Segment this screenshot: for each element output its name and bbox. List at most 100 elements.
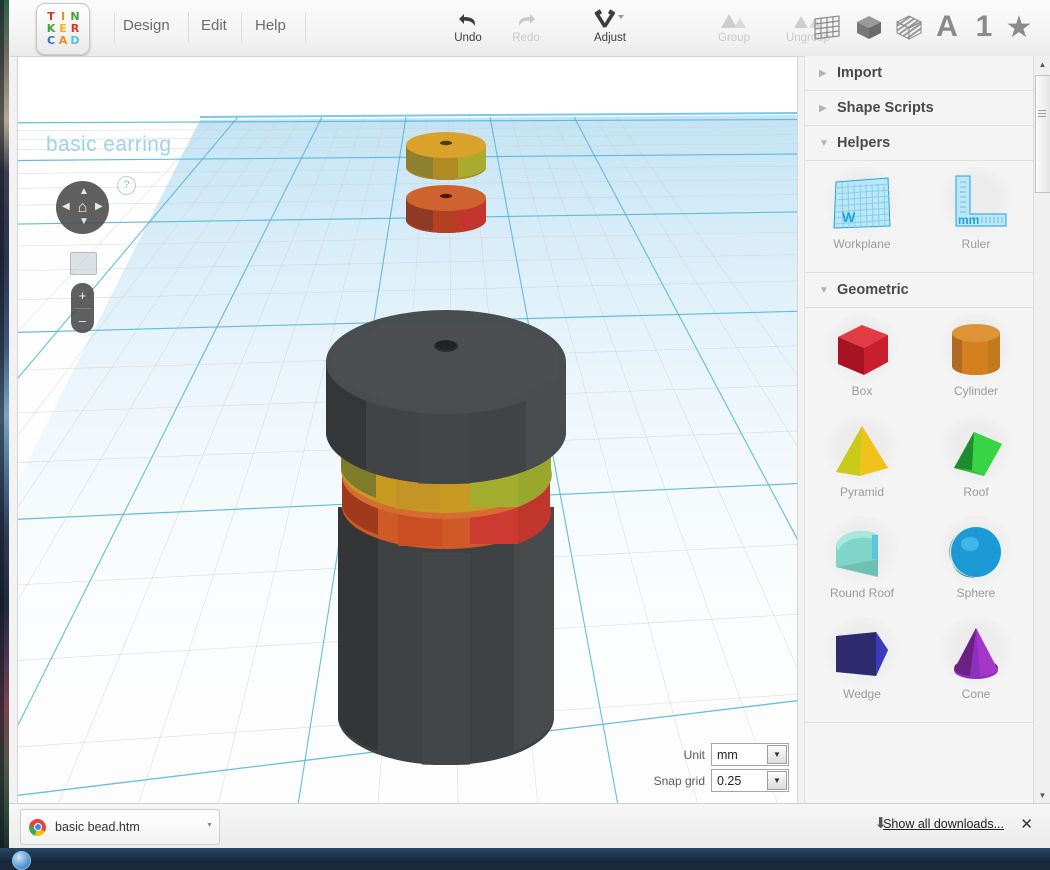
unit-value: mm <box>712 748 738 762</box>
shape-item-pyramid[interactable]: Pyramid <box>805 415 919 516</box>
chevron-down-icon: ▼ <box>819 138 837 149</box>
unit-label: Unit <box>684 748 705 762</box>
shape-item-box[interactable]: Box <box>805 314 919 415</box>
cylinder-shape-icon <box>938 314 1014 386</box>
download-bar: basic bead.htm ▼ ⬇ Show all downloads...… <box>9 803 1050 848</box>
section-header-shape-scripts[interactable]: ▶Shape Scripts <box>805 91 1034 126</box>
number-icon[interactable]: 1 <box>964 7 1004 47</box>
shape-label: Box <box>852 384 873 398</box>
chrome-file-icon <box>29 819 46 836</box>
scrollbar-grip-icon <box>1038 110 1046 117</box>
text-letter-icon[interactable]: A <box>927 7 967 47</box>
start-orb-icon[interactable] <box>12 851 31 870</box>
zoom-controls[interactable]: + – <box>71 283 94 333</box>
workplane-grid <box>18 57 797 805</box>
bead-model <box>326 310 566 765</box>
nav-up-arrow-icon[interactable]: ▲ <box>79 187 89 197</box>
shapes-panel-scrollbar[interactable]: ▲ ▼ <box>1033 56 1050 804</box>
view-navigation-wheel[interactable]: ▲ ▼ ◀ ▶ ⌂ <box>56 181 109 234</box>
nav-home-icon[interactable]: ⌂ <box>78 200 88 216</box>
logo-letter-grid: TINKERCAD <box>45 11 81 47</box>
chevron-right-icon: ▶ <box>819 103 837 114</box>
top-toolbar: TINKERCAD Design Edit Help Undo Redo <box>9 0 1050 57</box>
shape-label: Wedge <box>843 687 881 701</box>
menu-help[interactable]: Help <box>255 17 286 34</box>
shape-label: Pyramid <box>840 485 884 499</box>
fit-view-button[interactable] <box>70 252 97 275</box>
section-title: Helpers <box>837 135 890 151</box>
roundroof-shape-icon <box>824 516 900 588</box>
shape-item-wedge[interactable]: Wedge <box>805 617 919 718</box>
svg-text:mm: mm <box>958 213 979 227</box>
shape-label: Sphere <box>957 586 996 600</box>
hollow-cube-icon[interactable] <box>889 7 929 47</box>
adjust-tools-icon <box>573 4 647 32</box>
unit-controls: Unit mm ▼ Snap grid 0.25 ▼ <box>654 743 789 795</box>
zoom-out-button[interactable]: – <box>71 308 94 333</box>
shapes-panel[interactable]: ▶Import▶Shape Scripts▼HelpersWWorkplanem… <box>804 56 1034 804</box>
help-button[interactable]: ? <box>117 176 136 195</box>
redo-label: Redo <box>489 32 563 44</box>
tinkercad-app-window: TINKERCAD Design Edit Help Undo Redo <box>9 0 1050 863</box>
download-chevron-down-icon[interactable]: ▼ <box>206 822 213 829</box>
shape-grid-helpers: W Workplane mmRuler <box>805 161 1034 268</box>
unit-select-chevron-down-icon[interactable]: ▼ <box>767 745 787 764</box>
chevron-down-icon: ▼ <box>819 285 837 296</box>
download-item[interactable]: basic bead.htm ▼ <box>20 809 220 845</box>
shape-label: Roof <box>963 485 988 499</box>
scroll-down-arrow-icon[interactable]: ▼ <box>1034 787 1050 804</box>
window-left-edge <box>0 0 4 863</box>
nav-right-arrow-icon[interactable]: ▶ <box>95 202 103 212</box>
nav-down-arrow-icon[interactable]: ▼ <box>79 217 89 227</box>
shape-item-ruler[interactable]: mmRuler <box>919 167 1033 268</box>
logo-letter-a-7: A <box>57 35 69 47</box>
group-label: Group <box>697 32 771 44</box>
show-all-downloads-link[interactable]: Show all downloads... <box>883 817 1004 831</box>
snap-grid-select-chevron-down-icon[interactable]: ▼ <box>767 771 787 790</box>
nav-left-arrow-icon[interactable]: ◀ <box>62 202 70 212</box>
menu-edit[interactable]: Edit <box>201 17 227 34</box>
redo-arrow-icon <box>489 4 563 32</box>
svg-text:W: W <box>842 209 856 225</box>
scrollbar-thumb[interactable] <box>1035 75 1050 193</box>
redo-button[interactable]: Redo <box>489 4 563 52</box>
logo-letter-c-6: C <box>45 35 57 47</box>
snap-grid-row: Snap grid 0.25 ▼ <box>654 769 789 792</box>
section-header-geometric[interactable]: ▼Geometric <box>805 273 1034 308</box>
section-title: Geometric <box>837 282 909 298</box>
shape-label: Cone <box>962 687 991 701</box>
close-download-bar-button[interactable]: ✕ <box>1020 815 1033 833</box>
section-header-helpers[interactable]: ▼Helpers <box>805 126 1034 161</box>
menu-design[interactable]: Design <box>123 17 170 34</box>
shape-item-sphere[interactable]: Sphere <box>919 516 1033 617</box>
tinkercad-logo[interactable]: TINKERCAD <box>36 3 90 55</box>
unit-row: Unit mm ▼ <box>654 743 789 766</box>
group-button[interactable]: Group <box>697 4 771 52</box>
workplane-grid-icon[interactable] <box>807 7 847 47</box>
os-taskbar <box>0 848 1050 863</box>
shape-item-cone[interactable]: Cone <box>919 617 1033 718</box>
section-header-import[interactable]: ▶Import <box>805 56 1034 91</box>
adjust-button[interactable]: Adjust <box>573 4 647 52</box>
download-file-name: basic bead.htm <box>55 820 140 834</box>
zoom-in-button[interactable]: + <box>71 283 94 308</box>
snap-grid-select[interactable]: 0.25 ▼ <box>711 769 789 792</box>
logo-letter-d-8: D <box>69 35 81 47</box>
floating-red-cylinder <box>406 185 486 233</box>
section-title: Import <box>837 65 882 81</box>
shape-label: Workplane <box>833 237 890 251</box>
shape-item-roof[interactable]: Roof <box>919 415 1033 516</box>
star-icon[interactable]: ★ <box>999 7 1039 47</box>
shape-item-cylinder[interactable]: Cylinder <box>919 314 1033 415</box>
pyramid-shape-icon <box>824 415 900 487</box>
snap-grid-label: Snap grid <box>654 774 705 788</box>
unit-select[interactable]: mm ▼ <box>711 743 789 766</box>
chevron-right-icon: ▶ <box>819 68 837 79</box>
sphere-shape-icon <box>938 516 1014 588</box>
scroll-up-arrow-icon[interactable]: ▲ <box>1034 56 1050 73</box>
shape-item-workplane[interactable]: W Workplane <box>805 167 919 268</box>
3d-viewport[interactable]: basic earring ▲ ▼ ◀ ▶ ⌂ ? + – Unit mm ▼ <box>17 56 798 806</box>
shape-label: Cylinder <box>954 384 998 398</box>
solid-cube-icon[interactable] <box>849 7 889 47</box>
shape-item-round-roof[interactable]: Round Roof <box>805 516 919 617</box>
